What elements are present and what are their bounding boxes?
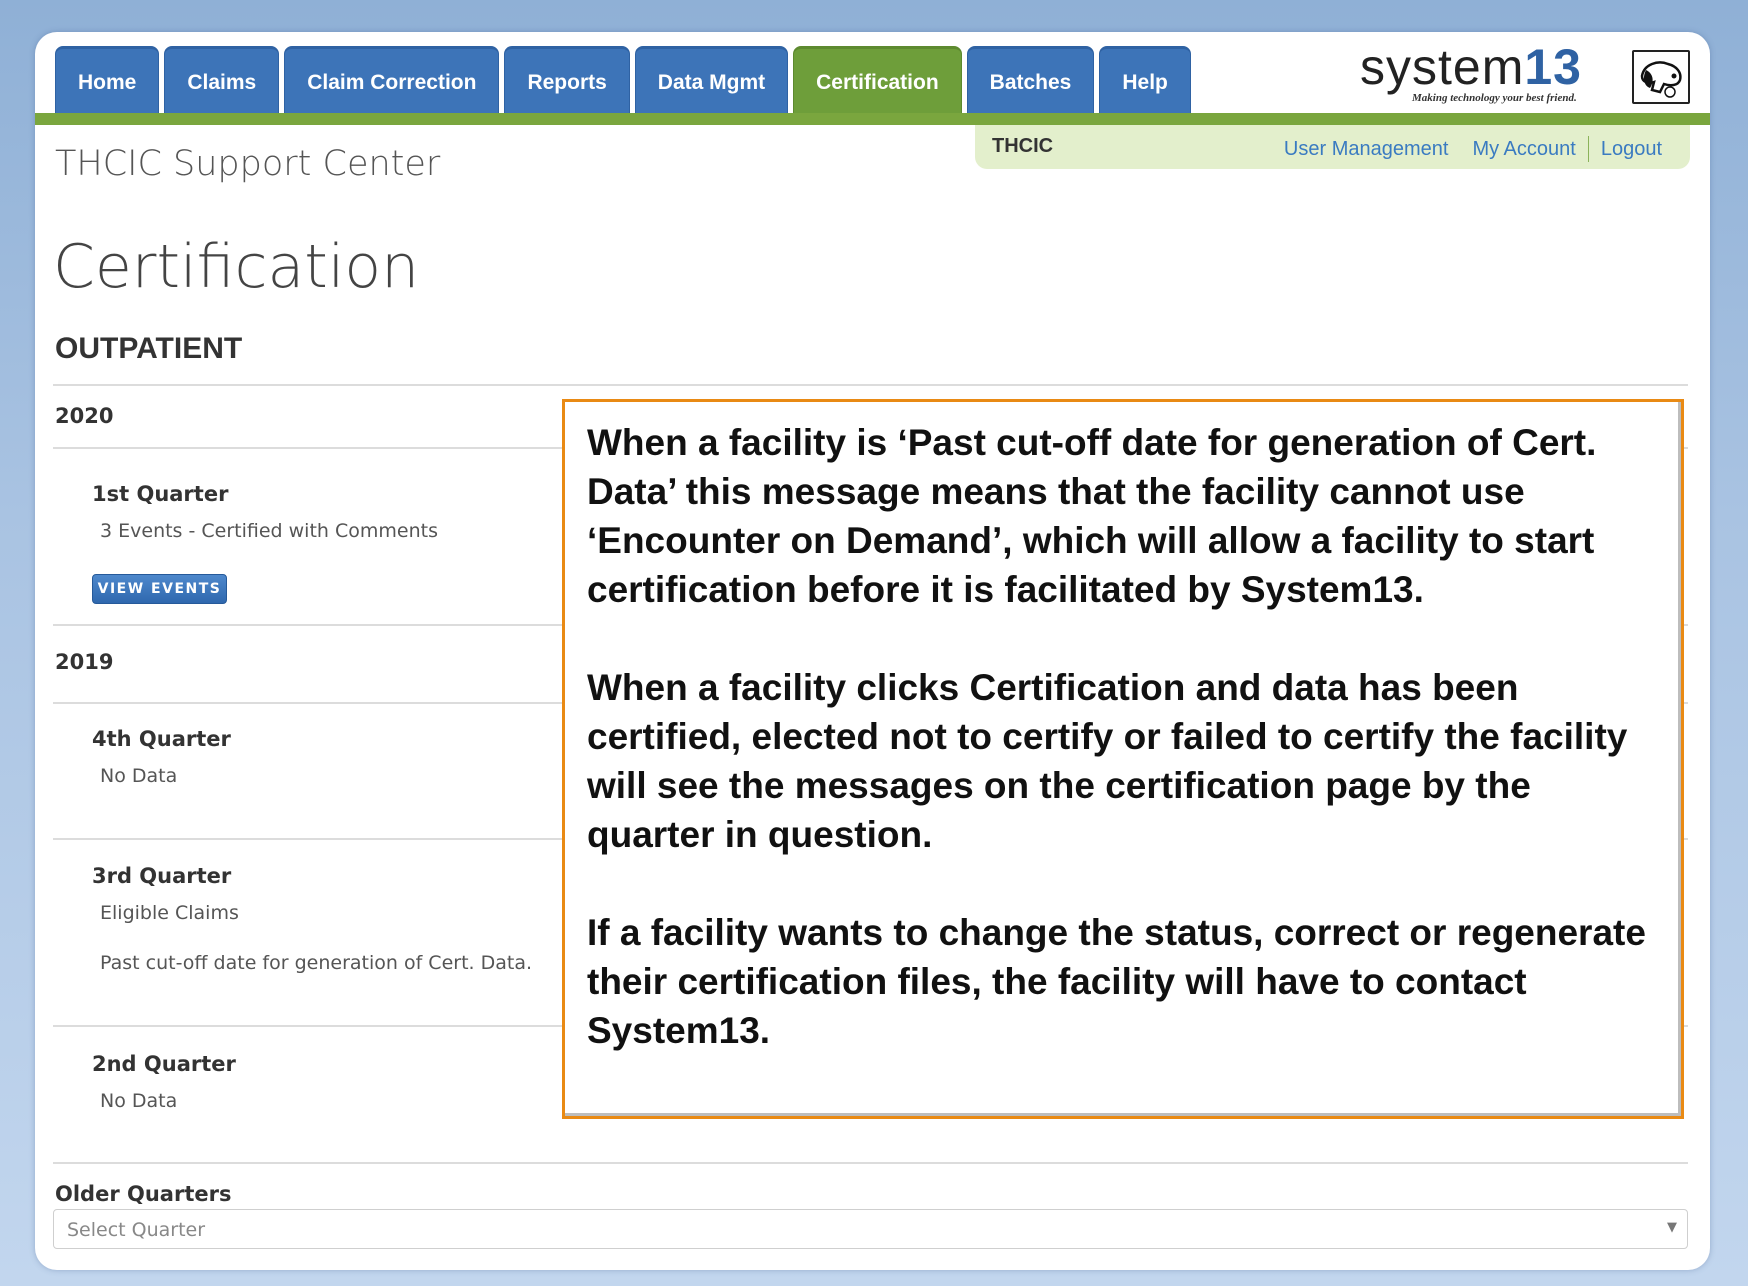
user-management-link[interactable]: User Management [1272, 138, 1461, 161]
logo-tagline: Making technology your best friend. [1412, 92, 1577, 104]
quarter-status: Eligible Claims [100, 902, 239, 924]
section-title: OUTPATIENT [55, 332, 243, 365]
tab-help[interactable]: Help [1099, 46, 1191, 116]
tab-reports[interactable]: Reports [504, 46, 630, 116]
my-account-link[interactable]: My Account [1460, 138, 1587, 161]
quarter-status: 3 Events - Certified with Comments [100, 520, 438, 542]
tab-certification[interactable]: Certification [793, 46, 962, 116]
quarter-status: No Data [100, 1090, 178, 1112]
logo-wordmark: system13 [1360, 38, 1582, 96]
quarter-select[interactable]: Select Quarter ▼ [53, 1209, 1688, 1249]
dog-logo-icon [1632, 50, 1690, 104]
utility-bar: THCIC User Management My Account Logout [975, 125, 1690, 169]
quarter-title: 1st Quarter [92, 482, 229, 506]
divider [53, 1162, 1688, 1164]
tab-data-mgmt[interactable]: Data Mgmt [634, 46, 789, 116]
utility-links: User Management My Account Logout [1272, 136, 1674, 162]
page-title: Certification [53, 232, 420, 302]
divider [53, 384, 1688, 386]
logo-word-num: 13 [1524, 39, 1582, 95]
tab-batches[interactable]: Batches [966, 46, 1095, 116]
older-quarters-label: Older Quarters [55, 1182, 232, 1206]
tab-claim-correction[interactable]: Claim Correction [284, 46, 500, 116]
nav-divider [35, 113, 1710, 125]
quarter-status: No Data [100, 765, 178, 787]
tab-home[interactable]: Home [55, 46, 160, 116]
view-events-button[interactable]: VIEW EVENTS [92, 574, 227, 604]
callout-paragraph: When a facility is ‘Past cut-off date fo… [587, 422, 1597, 610]
logo-word-main: system [1360, 39, 1525, 95]
app-window: Home Claims Claim Correction Reports Dat… [35, 32, 1710, 1270]
tab-claims[interactable]: Claims [164, 46, 280, 116]
callout-paragraph: If a facility wants to change the status… [587, 912, 1646, 1051]
callout-paragraph: When a facility clicks Certification and… [587, 667, 1628, 855]
logout-link[interactable]: Logout [1589, 138, 1674, 161]
quarter-title: 2nd Quarter [92, 1052, 236, 1076]
year-heading-2020: 2020 [55, 404, 114, 428]
quarter-note: Past cut-off date for generation of Cert… [100, 952, 533, 974]
select-placeholder: Select Quarter [67, 1219, 206, 1241]
year-heading-2019: 2019 [55, 650, 114, 674]
dropdown-arrow-icon: ▼ [1667, 1220, 1677, 1235]
main-nav: Home Claims Claim Correction Reports Dat… [55, 46, 1191, 116]
site-title: THCIC Support Center [55, 144, 441, 184]
quarter-title: 3rd Quarter [92, 864, 232, 888]
annotation-callout: When a facility is ‘Past cut-off date fo… [562, 399, 1684, 1119]
quarter-title: 4th Quarter [92, 727, 231, 751]
system13-logo: system13 Making technology your best fri… [1360, 39, 1690, 108]
org-name: THCIC [992, 135, 1054, 157]
